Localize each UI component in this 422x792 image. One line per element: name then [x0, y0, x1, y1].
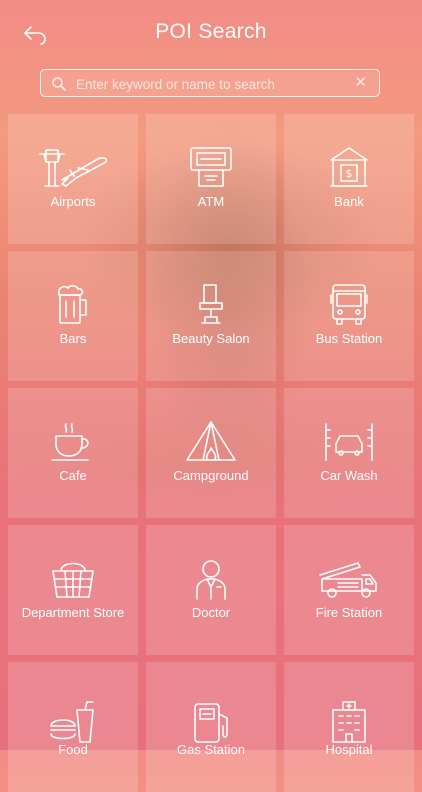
coffee-cup-icon	[51, 423, 89, 461]
category-label: Car Wash	[320, 468, 378, 483]
category-tile-bus-station[interactable]: Bus Station	[284, 251, 414, 381]
category-label: Airports	[50, 194, 96, 209]
category-label: Beauty Salon	[172, 331, 250, 346]
category-label: Doctor	[191, 605, 231, 620]
category-tile-airports[interactable]: Airports	[8, 114, 138, 244]
category-tile-bars[interactable]: Bars	[8, 251, 138, 381]
atm-icon	[190, 147, 232, 187]
page-title: POI Search	[155, 20, 267, 43]
fire-truck-icon	[319, 562, 377, 598]
svg-text:$: $	[346, 167, 353, 180]
category-grid: Airports ATM $ Bank Bars Beauty Salon Bu…	[8, 114, 414, 792]
doctor-icon	[196, 560, 226, 600]
category-label: Fire Station	[315, 605, 383, 620]
category-tile-food[interactable]: Food	[8, 662, 138, 792]
category-tile-campground[interactable]: Campground	[146, 388, 276, 518]
search-icon	[52, 77, 66, 91]
search-input[interactable]	[74, 73, 348, 95]
category-label: Bars	[59, 331, 87, 346]
category-label: Bus Station	[315, 331, 383, 346]
category-tile-gas-station[interactable]: Gas Station	[146, 662, 276, 792]
category-label: Cafe	[59, 468, 87, 483]
gas-pump-icon	[194, 703, 228, 743]
shopping-basket-icon	[52, 562, 94, 598]
bus-icon	[330, 284, 368, 325]
category-tile-cafe[interactable]: Cafe	[8, 388, 138, 518]
fast-food-icon	[50, 701, 94, 743]
car-wash-icon	[325, 423, 373, 461]
category-label: Department Store	[21, 605, 125, 620]
bank-icon: $	[330, 147, 368, 187]
category-tile-atm[interactable]: ATM	[146, 114, 276, 244]
header-bar: POI Search	[0, 0, 422, 66]
category-tile-doctor[interactable]: Doctor	[146, 525, 276, 655]
beer-mug-icon	[58, 285, 87, 324]
category-tile-hospital[interactable]: Hospital	[284, 662, 414, 792]
category-label: Campground	[173, 468, 249, 483]
airport-icon	[39, 149, 108, 187]
category-label: ATM	[197, 194, 225, 209]
search-bar[interactable]: ✕	[40, 69, 380, 97]
category-tile-fire-station[interactable]: Fire Station	[284, 525, 414, 655]
category-label: Bank	[334, 194, 364, 209]
category-tile-bank[interactable]: $ Bank	[284, 114, 414, 244]
category-tile-beauty-salon[interactable]: Beauty Salon	[146, 251, 276, 381]
tent-icon	[186, 421, 236, 461]
clear-icon[interactable]: ✕	[354, 75, 367, 91]
category-tile-department-store[interactable]: Department Store	[8, 525, 138, 655]
hospital-icon	[332, 701, 366, 743]
salon-chair-icon	[199, 284, 223, 324]
category-tile-car-wash[interactable]: Car Wash	[284, 388, 414, 518]
